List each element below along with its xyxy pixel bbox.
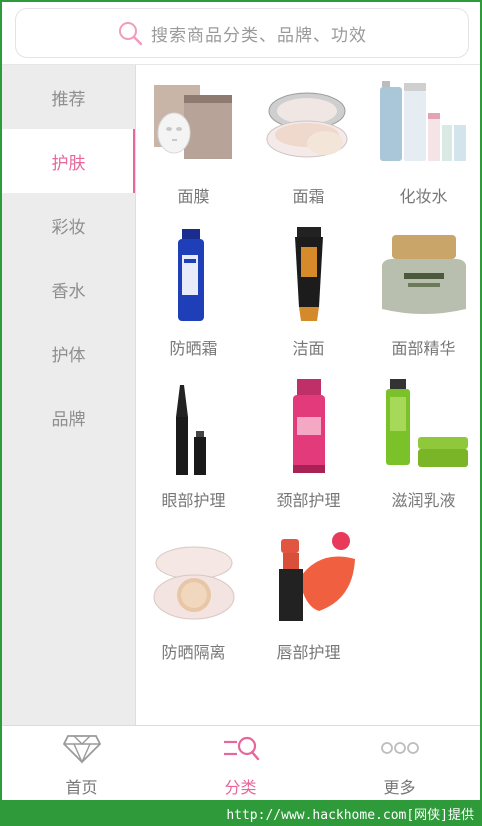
- tab-more[interactable]: 更多: [320, 726, 479, 800]
- more-dots-icon: [380, 742, 419, 754]
- watermark-text: http://www.hackhome.com[网侠]提供: [226, 808, 474, 823]
- lotion-icon: [386, 379, 468, 467]
- neck-care-icon: [293, 379, 325, 473]
- sidebar-item-perfume[interactable]: 香水: [2, 257, 135, 321]
- face-mask-icon: [154, 85, 232, 159]
- category-item-toner[interactable]: 化妆水: [366, 65, 480, 215]
- sunscreen-icon: [178, 229, 204, 321]
- face-cream-icon: [266, 92, 348, 158]
- category-label: 化妆水: [399, 187, 448, 206]
- sidebar-item-makeup[interactable]: 彩妆: [2, 193, 135, 257]
- category-label: 面膜: [177, 187, 210, 206]
- toner-icon: [380, 81, 466, 161]
- category-item-sun-barrier[interactable]: 防晒隔离: [136, 521, 251, 671]
- search-placeholder: 搜索商品分类、品牌、功效: [151, 25, 367, 46]
- eyeliner-icon: [176, 385, 206, 475]
- search-bar: 搜索商品分类、品牌、功效: [2, 2, 480, 65]
- lipstick-icon: [279, 532, 355, 621]
- category-label: 洁面: [292, 339, 325, 358]
- tab-home[interactable]: 首页: [2, 726, 161, 800]
- category-search-icon: [223, 736, 259, 761]
- sidebar-item-skincare[interactable]: 护肤: [2, 129, 135, 193]
- essence-icon: [382, 235, 466, 314]
- category-item-sunscreen[interactable]: 防晒霜: [136, 217, 251, 367]
- cushion-icon: [153, 546, 235, 620]
- category-label: 面霜: [292, 187, 325, 206]
- sidebar-item-brand[interactable]: 品牌: [2, 385, 135, 449]
- category-item-face-cream[interactable]: 面霜: [251, 65, 366, 215]
- bottom-navigation: 首页 分类 更多: [2, 725, 480, 800]
- category-label: 眼部护理: [161, 491, 226, 510]
- search-icon: [119, 22, 143, 46]
- category-item-essence[interactable]: 面部精华: [366, 217, 480, 367]
- sidebar-item-recommend[interactable]: 推荐: [2, 65, 135, 129]
- category-item-neck-care[interactable]: 颈部护理: [251, 369, 366, 519]
- tab-label: 分类: [224, 778, 257, 797]
- category-item-face-mask[interactable]: 面膜: [136, 65, 251, 215]
- category-item-lotion[interactable]: 滋润乳液: [366, 369, 480, 519]
- category-item-cleanser[interactable]: 洁面: [251, 217, 366, 367]
- app-window: 搜索商品分类、品牌、功效 推荐 护肤 彩妆 香水 护体 品牌 面膜 面霜 化妆水…: [2, 2, 480, 800]
- diamond-icon: [62, 735, 101, 764]
- tab-label: 更多: [383, 778, 416, 797]
- category-label: 面部精华: [391, 339, 456, 358]
- cleanser-icon: [295, 227, 323, 321]
- category-label: 防晒隔离: [161, 643, 226, 662]
- category-label: 唇部护理: [276, 643, 341, 662]
- tab-label: 首页: [65, 778, 98, 797]
- category-label: 颈部护理: [276, 491, 341, 510]
- tab-category[interactable]: 分类: [161, 726, 320, 800]
- search-input[interactable]: 搜索商品分类、品牌、功效: [15, 8, 469, 58]
- category-label: 防晒霜: [169, 339, 218, 358]
- sidebar-item-bodycare[interactable]: 护体: [2, 321, 135, 385]
- category-sidebar: 推荐 护肤 彩妆 香水 护体 品牌: [2, 65, 135, 725]
- category-grid: 面膜 面霜 化妆水 防晒霜 洁面 面部精华 眼部护理 颈部护理 滋润乳液 防晒隔…: [135, 65, 480, 725]
- category-item-lip-care[interactable]: 唇部护理: [251, 521, 366, 671]
- category-item-eye-care[interactable]: 眼部护理: [136, 369, 251, 519]
- category-label: 滋润乳液: [391, 491, 456, 510]
- watermark-strip: http://www.hackhome.com[网侠]提供: [0, 800, 482, 826]
